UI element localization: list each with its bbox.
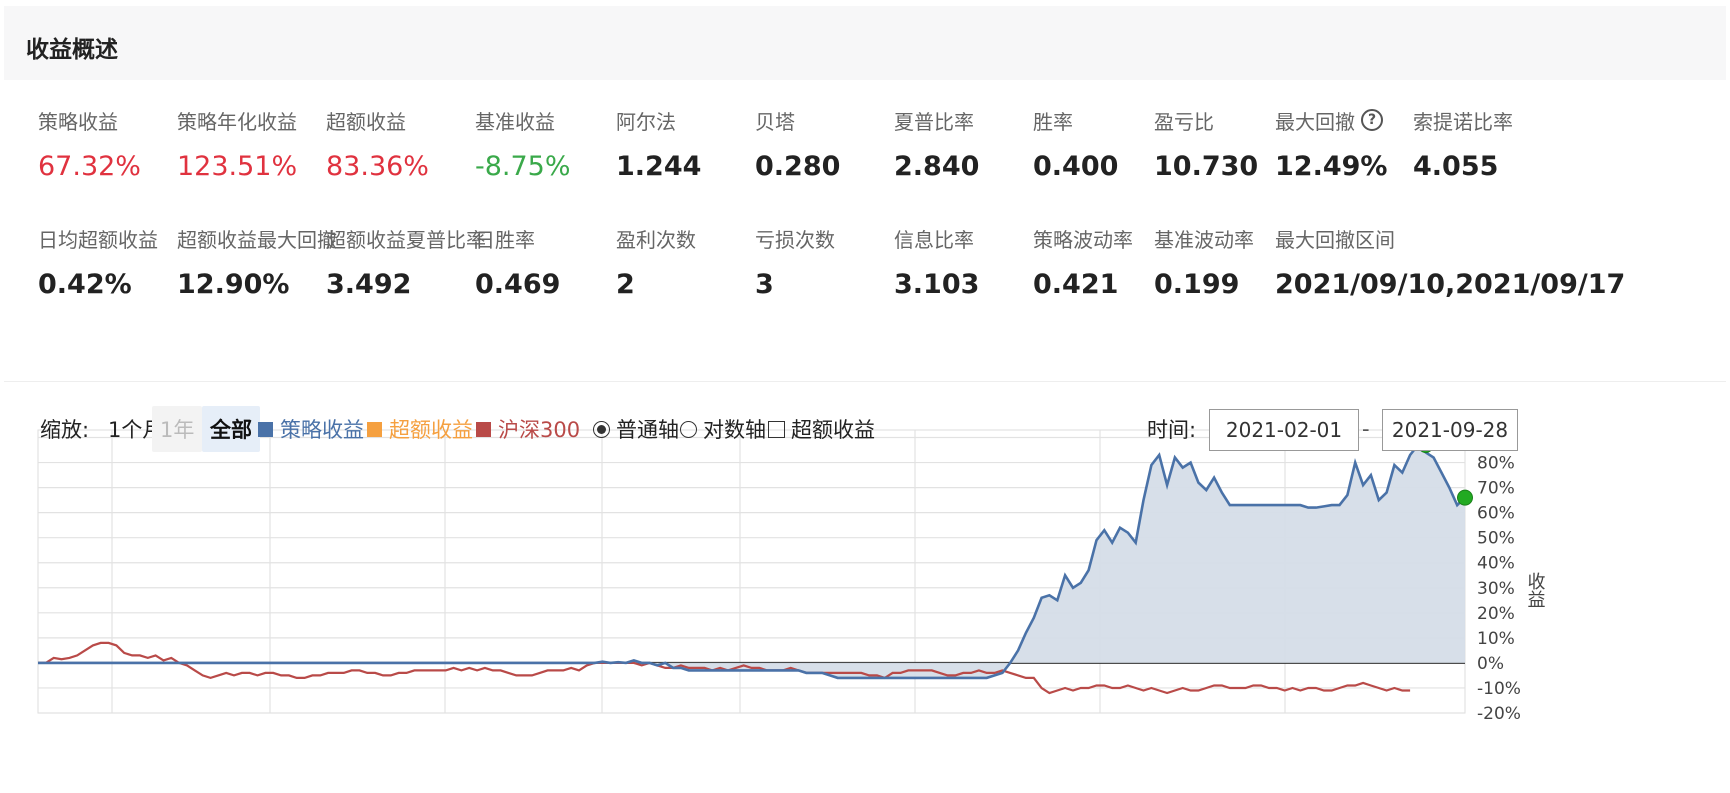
start-date-input[interactable]: 2021-02-01 [1209, 409, 1359, 451]
metric-metrics_row1-4: 基准收益 -8.75% [475, 107, 635, 183]
metric-label: 策略年化收益 [177, 109, 297, 134]
metric-value: 3.103 [894, 269, 980, 300]
metric-label: 亏损次数 [755, 227, 835, 252]
metric-value: 67.32% [38, 151, 141, 182]
metric-label: 索提诺比率 [1413, 109, 1513, 134]
metric-value: 0.280 [755, 151, 841, 182]
metric-value: 0.42% [38, 269, 132, 300]
metric-label: 基准收益 [475, 109, 555, 134]
legend-item-benchmark[interactable]: 沪深300 [476, 406, 580, 452]
zoom-label: 缩放: [40, 418, 90, 442]
legend-label-benchmark: 沪深300 [498, 418, 581, 442]
excess-return-checkbox[interactable]: 超额收益 [768, 406, 875, 452]
time-label: 时间: [1147, 418, 1197, 442]
metric-label: 超额收益最大回撤 [177, 227, 337, 252]
legend-label-excess: 超额收益 [389, 418, 473, 442]
excess-checkbox-label: 超额收益 [791, 418, 875, 442]
metric-metrics_row2-1: 日均超额收益 0.42% [38, 225, 198, 301]
metric-value: 1.244 [616, 151, 702, 182]
zoom-1-year-button[interactable]: 1年 [152, 406, 203, 452]
metric-metrics_row2-10: 最大回撤区间 2021/09/10,2021/09/17 [1275, 225, 1626, 301]
metric-label: 最大回撤 [1275, 109, 1355, 134]
zoom-all-button[interactable]: 全部 [202, 406, 260, 452]
metric-value: 2 [616, 269, 635, 300]
metric-metrics_row2-7: 信息比率 3.103 [894, 225, 1054, 301]
metric-metrics_row2-2: 超额收益最大回撤 12.90% [177, 225, 337, 301]
y-axis-label: 收益 [1525, 572, 1546, 608]
date-separator: - [1362, 417, 1370, 441]
y-tick-label: 0% [1477, 654, 1504, 674]
metric-metrics_row2-5: 盈利次数 2 [616, 225, 776, 301]
radio-unchecked-icon [680, 420, 697, 438]
metric-label: 超额收益 [326, 109, 406, 134]
legend-swatch-benchmark [476, 421, 491, 437]
metric-metrics_row1-10: 最大回撤? 12.49% [1275, 107, 1435, 182]
metric-label: 盈利次数 [616, 227, 696, 252]
metric-label: 贝塔 [755, 109, 795, 134]
metric-label: 日均超额收益 [38, 227, 158, 252]
metric-label: 策略收益 [38, 109, 118, 134]
metric-label: 阿尔法 [616, 109, 676, 134]
help-icon[interactable]: ? [1361, 109, 1383, 131]
metric-label: 超额收益夏普比率 [326, 227, 486, 252]
legend-item-strategy[interactable]: 策略收益 [258, 406, 364, 452]
section-title: 收益概述 [26, 37, 118, 63]
metric-value: 3 [755, 269, 774, 300]
metric-value: 3.492 [326, 269, 412, 300]
axis-normal-radio[interactable]: 普通轴 [593, 406, 679, 452]
legend-swatch-excess [367, 421, 382, 437]
legend-item-excess[interactable]: 超额收益 [367, 406, 473, 452]
axis-log-radio[interactable]: 对数轴 [680, 406, 766, 452]
y-tick-label: 10% [1477, 629, 1515, 649]
metric-value: 123.51% [177, 151, 298, 182]
y-tick-label: -10% [1477, 679, 1521, 699]
legend-label-strategy: 策略收益 [280, 418, 364, 442]
axis-log-label: 对数轴 [703, 418, 766, 442]
metric-metrics_row1-6: 贝塔 0.280 [755, 107, 915, 183]
axis-normal-label: 普通轴 [616, 418, 679, 442]
metric-value: 2.840 [894, 151, 980, 182]
metric-metrics_row1-3: 超额收益 83.36% [326, 107, 486, 183]
metric-value: 12.49% [1275, 151, 1388, 182]
y-tick-label: 50% [1477, 529, 1515, 549]
divider [4, 381, 1726, 382]
metric-label: 日胜率 [475, 227, 535, 252]
metric-value: 12.90% [177, 269, 290, 300]
metric-value: 0.469 [475, 269, 561, 300]
metric-metrics_row2-6: 亏损次数 3 [755, 225, 915, 301]
metric-label: 信息比率 [894, 227, 974, 252]
y-tick-label: -20% [1477, 704, 1521, 724]
y-tick-label: 40% [1477, 554, 1515, 574]
metric-metrics_row2-3: 超额收益夏普比率 3.492 [326, 225, 486, 301]
drawdown-marker [1457, 489, 1473, 506]
metric-value: 83.36% [326, 151, 429, 182]
metric-metrics_row1-5: 阿尔法 1.244 [616, 107, 776, 183]
metric-label: 夏普比率 [894, 109, 974, 134]
chart-toolbar: 缩放: 1个月 1年 全部 策略收益 超额收益 沪深300 普通轴 对数轴 超额… [40, 406, 1700, 452]
metric-metrics_row1-11: 索提诺比率 4.055 [1413, 107, 1573, 183]
metric-metrics_row1-2: 策略年化收益 123.51% [177, 107, 337, 183]
y-tick-label: 80% [1477, 454, 1515, 474]
metric-metrics_row2-4: 日胜率 0.469 [475, 225, 635, 301]
metric-metrics_row1-7: 夏普比率 2.840 [894, 107, 1054, 183]
checkbox-icon [768, 420, 785, 438]
radio-checked-icon [593, 420, 610, 438]
y-tick-label: 70% [1477, 479, 1515, 499]
y-tick-label: 60% [1477, 504, 1515, 524]
metric-value: 2021/09/10,2021/09/17 [1275, 269, 1626, 300]
end-date-input[interactable]: 2021-09-28 [1382, 409, 1518, 451]
y-tick-label: 30% [1477, 579, 1515, 599]
legend-swatch-strategy [258, 421, 273, 437]
metric-value: 4.055 [1413, 151, 1499, 182]
section-header: 收益概述 [4, 6, 1726, 80]
metric-label: 最大回撤区间 [1275, 227, 1395, 252]
metric-value: -8.75% [475, 151, 571, 182]
y-tick-label: 20% [1477, 604, 1515, 624]
metric-metrics_row1-1: 策略收益 67.32% [38, 107, 198, 183]
